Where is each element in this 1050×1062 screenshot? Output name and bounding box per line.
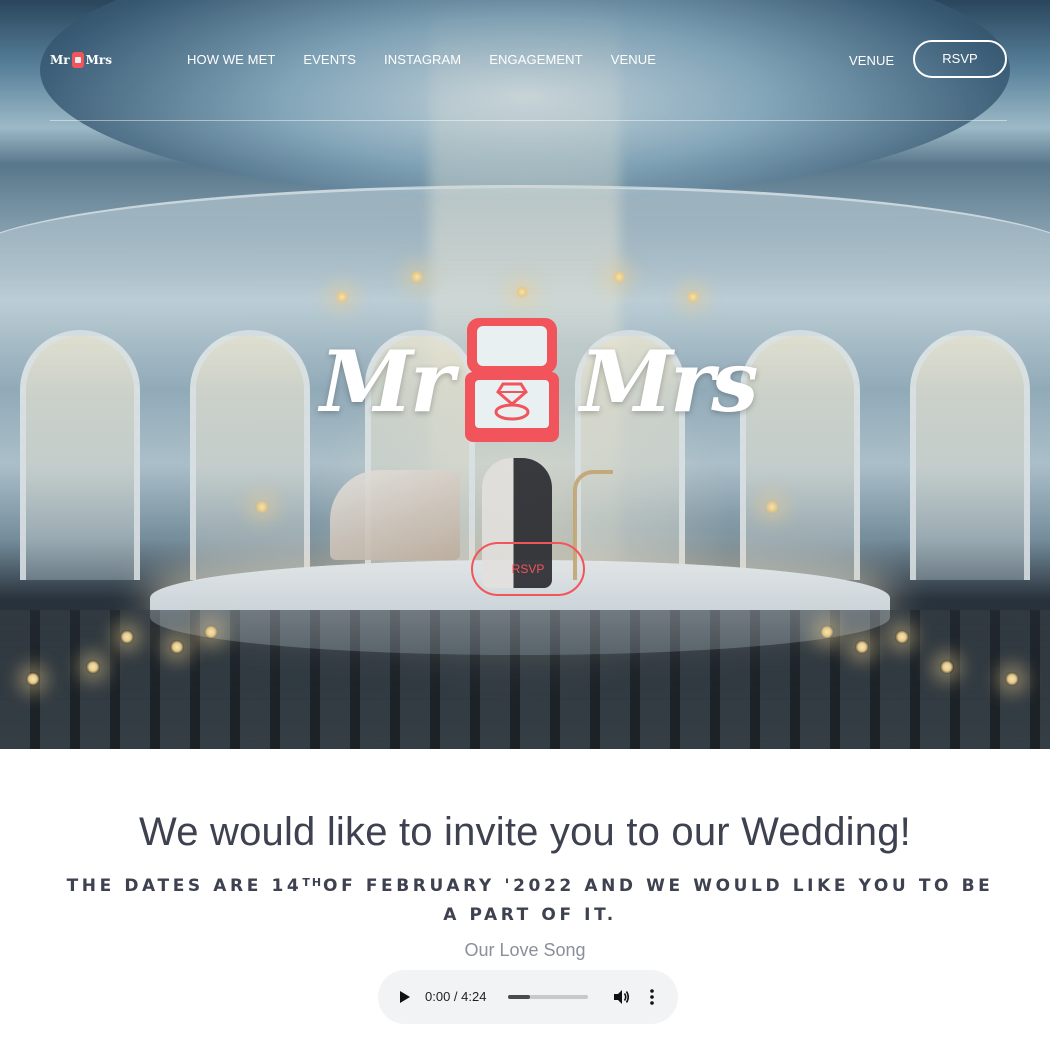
invitation-title: We would like to invite you to our Weddi… xyxy=(139,810,911,854)
nav-venue[interactable]: VENUE xyxy=(611,50,656,70)
audio-player: 0:00 / 4:24 xyxy=(378,970,678,1024)
ring-box-icon xyxy=(465,318,559,442)
audio-progress-bar[interactable] xyxy=(508,995,588,999)
nav-engagement[interactable]: ENGAGEMENT xyxy=(489,50,582,70)
rsvp-button-hero[interactable]: RSVP xyxy=(471,542,585,596)
hero-logo: Mr Mrs xyxy=(320,314,759,446)
rsvp-button-header[interactable]: RSVP xyxy=(913,40,1007,78)
main-nav: HOW WE MET EVENTS INSTAGRAM ENGAGEMENT V… xyxy=(187,50,684,70)
logo-mrs: Mrs xyxy=(85,53,112,67)
nav-instagram[interactable]: INSTAGRAM xyxy=(384,50,461,70)
audio-time: 0:00 / 4:24 xyxy=(425,989,487,1004)
audio-progress-fill xyxy=(508,995,531,999)
play-icon[interactable] xyxy=(400,991,410,1003)
dates-superscript: TH xyxy=(302,876,324,889)
venue-link[interactable]: VENUE xyxy=(849,53,894,68)
more-options-icon[interactable] xyxy=(646,988,658,1006)
invitation-dates: THE DATES ARE 14THOF FEBRUARY '2022 AND … xyxy=(60,872,1000,930)
ring-box-icon xyxy=(71,52,84,68)
nav-right-venue: VENUE xyxy=(849,50,894,71)
nav-divider xyxy=(50,120,1007,121)
hero-logo-mr: Mr xyxy=(320,332,454,431)
nav-events[interactable]: EVENTS xyxy=(303,50,356,70)
logo-mr: Mr xyxy=(50,53,70,67)
dates-suffix: OF FEBRUARY '2022 AND WE WOULD LIKE YOU … xyxy=(323,876,994,925)
dates-prefix: THE DATES ARE 14 xyxy=(66,876,303,896)
hero-logo-mrs: Mrs xyxy=(580,332,759,431)
nav-how-we-met[interactable]: HOW WE MET xyxy=(187,50,275,70)
love-song-label: Our Love Song xyxy=(464,940,586,960)
volume-icon[interactable] xyxy=(612,988,630,1006)
site-logo[interactable]: Mr Mrs xyxy=(50,50,112,70)
